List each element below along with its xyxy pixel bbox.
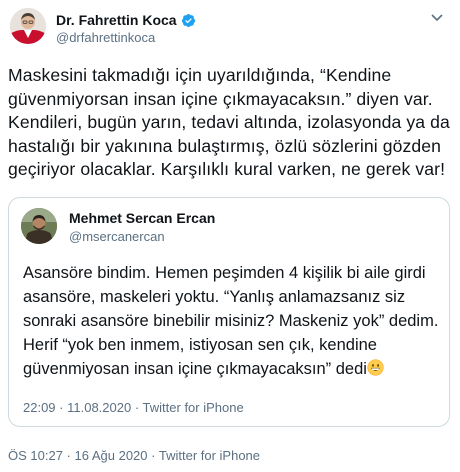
quoted-date[interactable]: 11.08.2020 xyxy=(67,400,131,415)
author-handle[interactable]: @drfahrettinkoca xyxy=(56,30,155,45)
quoted-author-avatar[interactable] xyxy=(21,208,57,244)
quoted-time[interactable]: 22:09 xyxy=(23,400,56,415)
tweet-date[interactable]: 16 Ağu 2020 xyxy=(75,448,148,463)
tweet-separator-2: · xyxy=(147,448,159,463)
tweet-source-link[interactable]: Twitter for iPhone xyxy=(159,448,260,463)
tweet-meta: ÖS 10:27 · 16 Ağu 2020 · Twitter for iPh… xyxy=(8,448,260,463)
quoted-tweet-text: Asansöre bindim. Hemen peşimden 4 kişili… xyxy=(23,261,443,381)
tweet-text: Maskesini takmadığı için uyarıldığında, … xyxy=(8,65,450,179)
author-avatar[interactable] xyxy=(10,8,46,44)
quoted-source-link[interactable]: Twitter for iPhone xyxy=(143,400,244,415)
verified-badge-icon xyxy=(181,13,196,28)
author-name[interactable]: Dr. Fahrettin Koca xyxy=(56,12,177,28)
author-name-row[interactable]: Dr. Fahrettin Koca xyxy=(56,11,196,29)
quoted-tweet-meta: 22:09 · 11.08.2020 · Twitter for iPhone xyxy=(23,400,244,415)
quoted-author-name[interactable]: Mehmet Sercan Ercan xyxy=(69,210,215,226)
quoted-tweet[interactable]: Mehmet Sercan Ercan @msercanercan Asansö… xyxy=(8,197,450,427)
quoted-author-handle[interactable]: @msercanercan xyxy=(69,229,165,244)
tweet-time[interactable]: ÖS 10:27 xyxy=(8,448,63,463)
quoted-separator-2: · xyxy=(131,400,143,415)
chevron-down-icon[interactable] xyxy=(424,8,450,28)
quoted-separator: · xyxy=(55,400,68,415)
tweet-separator: · xyxy=(62,448,75,463)
grinning-face-emoji xyxy=(367,359,384,376)
